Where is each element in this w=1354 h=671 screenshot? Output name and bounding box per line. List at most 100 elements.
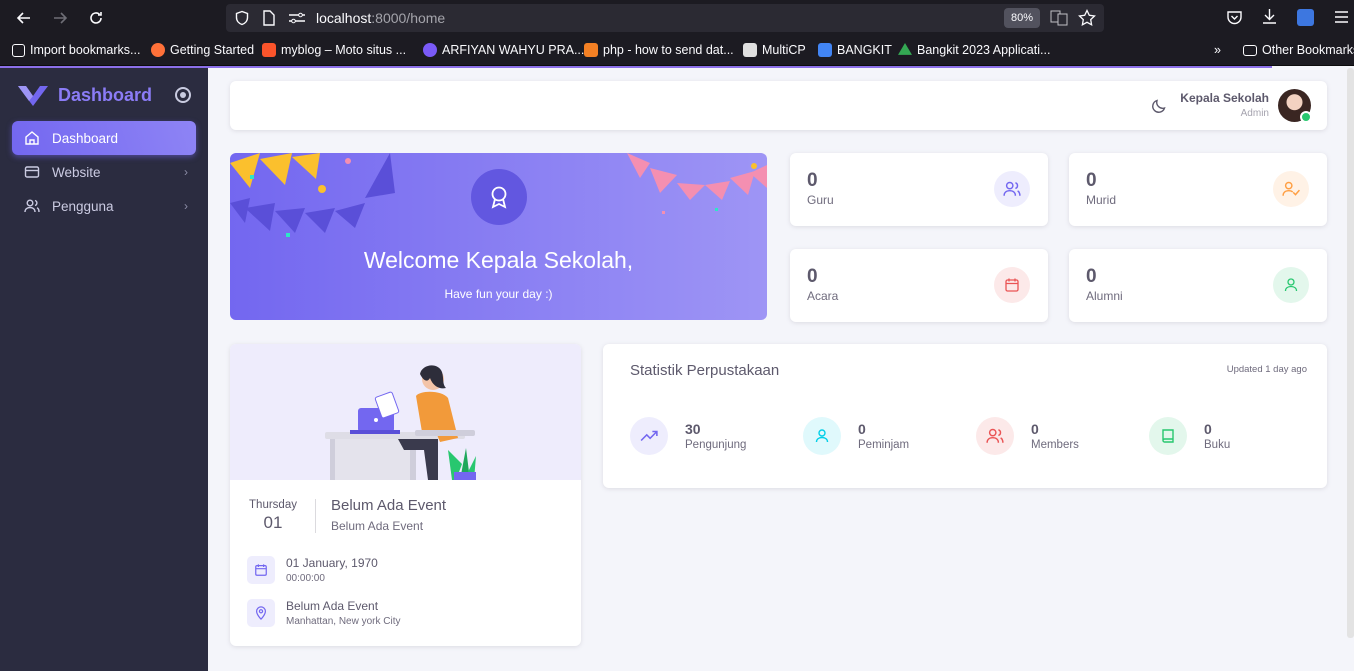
sidebar-item-label: Dashboard (52, 130, 119, 146)
home-icon (25, 131, 39, 145)
chevron-double-right-icon: » (1214, 43, 1221, 57)
bookmark-item[interactable]: ARFIYAN WAHYU PRA... (423, 43, 584, 57)
bookmark-item[interactable]: MultiCP (743, 43, 806, 57)
reload-icon (90, 12, 102, 24)
menu-icon[interactable] (1334, 10, 1349, 24)
welcome-title: Welcome Kepala Sekolah, (363, 247, 634, 273)
event-card: Thursday 01 Belum Ada Event Belum Ada Ev… (230, 344, 581, 646)
event-date: 01 January, 1970 (286, 556, 378, 570)
pocket-icon[interactable] (1226, 9, 1243, 26)
divider (315, 499, 316, 533)
users-icon (976, 417, 1014, 455)
map-pin-icon (247, 599, 275, 627)
bookmarks-overflow[interactable]: » (1214, 43, 1221, 57)
award-badge (471, 169, 527, 225)
stat-card-guru[interactable]: 0 Guru (790, 153, 1048, 226)
zoom-level[interactable]: 80% (1004, 8, 1040, 28)
user-check-icon (1273, 171, 1309, 207)
bookmark-item[interactable]: Import bookmarks... (12, 43, 140, 57)
stat-value: 0 (807, 170, 818, 191)
stat-label: Alumni (1086, 289, 1123, 303)
import-icon (12, 43, 25, 57)
bookmark-item[interactable]: Bangkit 2023 Applicati... (898, 43, 1050, 57)
bookmark-item[interactable]: php - how to send dat... (584, 43, 734, 57)
stat-label: Acara (807, 289, 839, 303)
bookmark-item[interactable]: myblog – Moto situs ... (262, 43, 406, 57)
user-role: Admin (1240, 108, 1269, 119)
forward-button[interactable] (49, 7, 71, 29)
event-title: Belum Ada Event (331, 497, 447, 514)
drive-icon (898, 43, 912, 55)
updated-text: Updated 1 day ago (1226, 364, 1307, 375)
moon-icon[interactable] (1151, 98, 1167, 114)
shield-icon[interactable] (234, 10, 250, 26)
arrow-left-icon (16, 12, 30, 24)
address-bar[interactable]: localhost:8000/home 80% (226, 4, 1104, 32)
stat-value: 0 (807, 266, 818, 287)
stat-label: Members (1031, 439, 1079, 451)
site-permissions-icon[interactable] (288, 11, 306, 25)
stat-label: Buku (1204, 439, 1231, 451)
page-scrollbar[interactable] (1347, 68, 1354, 638)
stackoverflow-icon (584, 43, 598, 57)
sidebar-item-dashboard[interactable]: Dashboard (12, 121, 196, 155)
page-icon[interactable] (262, 10, 276, 26)
trending-up-icon (630, 417, 668, 455)
sidebar-item-website[interactable]: Website › (12, 155, 196, 189)
browser-toolbar: localhost:8000/home 80% (0, 0, 1354, 36)
book-icon (1149, 417, 1187, 455)
chevron-right-icon: › (184, 199, 188, 213)
stat-label: Pengunjung (685, 439, 747, 451)
collapse-toggle-icon[interactable] (175, 87, 191, 103)
event-address: Manhattan, New york City (286, 616, 401, 627)
sidebar: Dashboard Dashboard Website › Pengguna › (0, 68, 208, 671)
logo-icon (18, 85, 48, 106)
bookmarks-bar: Import bookmarks... Getting Started mybl… (0, 36, 1354, 66)
url-text[interactable]: localhost:8000/home (316, 10, 445, 26)
event-subtitle: Belum Ada Event (331, 519, 424, 533)
user-name: Kepala Sekolah (1180, 91, 1269, 105)
stat-label: Murid (1086, 193, 1117, 207)
stat-value: 0 (1086, 266, 1097, 287)
sidebar-item-label: Pengguna (52, 198, 114, 214)
welcome-subtitle: Have fun your day :) (444, 287, 553, 301)
stat-label: Guru (807, 193, 834, 207)
users-icon (994, 171, 1030, 207)
event-time: 00:00:00 (286, 573, 325, 584)
back-button[interactable] (13, 7, 35, 29)
translate-icon[interactable] (1050, 9, 1068, 27)
multicp-icon (743, 43, 757, 57)
translate-extension-icon[interactable] (1297, 9, 1314, 26)
event-place: Belum Ada Event (286, 599, 379, 613)
event-day-name: Thursday (249, 499, 297, 511)
download-icon[interactable] (1261, 8, 1278, 25)
award-icon (491, 186, 507, 209)
user-icon (1273, 267, 1309, 303)
arrow-right-icon (54, 12, 68, 24)
welcome-card: Welcome Kepala Sekolah, Have fun your da… (230, 153, 767, 320)
bookmark-item[interactable]: Getting Started (151, 43, 254, 57)
site-icon (423, 43, 437, 57)
woman-at-desk-illustration (325, 365, 476, 480)
stat-value: 0 (1204, 421, 1212, 437)
star-icon[interactable] (1078, 9, 1096, 27)
reload-button[interactable] (85, 7, 107, 29)
calendar-icon (994, 267, 1030, 303)
brand[interactable]: Dashboard (18, 85, 152, 106)
chevron-right-icon: › (184, 165, 188, 179)
bookmark-item[interactable]: BANGKIT (818, 43, 892, 57)
xampp-icon (262, 43, 276, 57)
other-bookmarks[interactable]: Other Bookmarks (1243, 43, 1354, 57)
library-stats-card: Statistik Perpustakaan Updated 1 day ago… (603, 344, 1327, 488)
user-icon (803, 417, 841, 455)
top-navbar: Kepala Sekolah Admin (230, 81, 1327, 130)
stat-card-acara[interactable]: 0 Acara (790, 249, 1048, 322)
stat-value: 0 (1086, 170, 1097, 191)
firefox-icon (151, 43, 165, 57)
avatar[interactable] (1278, 89, 1312, 123)
stat-card-alumni[interactable]: 0 Alumni (1069, 249, 1327, 322)
stat-card-murid[interactable]: 0 Murid (1069, 153, 1327, 226)
sidebar-item-label: Website (52, 164, 101, 180)
sidebar-item-pengguna[interactable]: Pengguna › (12, 189, 196, 223)
stat-value: 30 (685, 421, 701, 437)
